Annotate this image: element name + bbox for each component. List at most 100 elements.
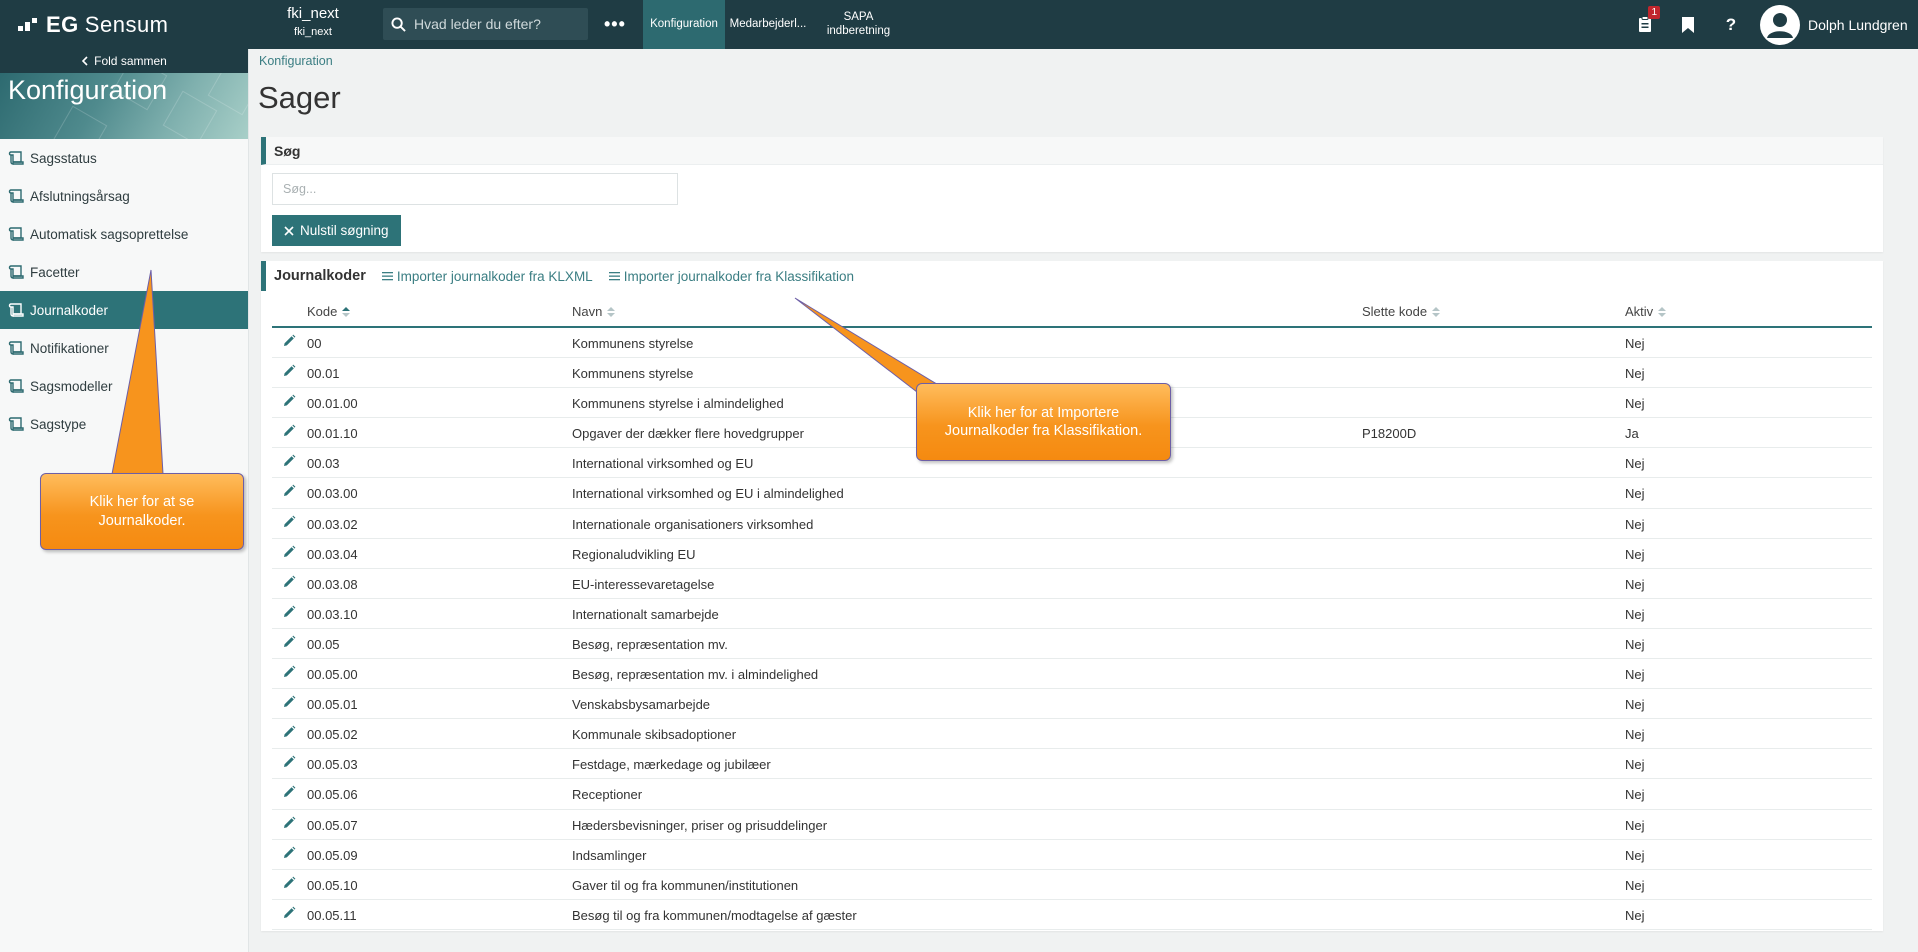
global-search[interactable]: [383, 8, 588, 40]
cell-aktiv: Nej: [1625, 576, 1645, 592]
edit-pencil-icon[interactable]: [282, 635, 298, 651]
edit-pencil-icon[interactable]: [282, 695, 298, 711]
sidebar-item-journalkoder[interactable]: Journalkoder: [0, 291, 248, 329]
top-bar: EGSensum fki_next fki_next ••• Konfigura…: [0, 0, 1918, 49]
cell-aktiv: Nej: [1625, 787, 1645, 803]
journal-header: Journalkoder Importer journalkoder fra K…: [261, 261, 1883, 291]
more-menu-button[interactable]: •••: [604, 14, 626, 35]
cell-kode: 00.05.03: [307, 757, 358, 773]
edit-pencil-icon[interactable]: [282, 424, 298, 440]
brand-name: Sensum: [84, 11, 169, 37]
edit-pencil-icon[interactable]: [282, 725, 298, 741]
edit-pencil-icon[interactable]: [282, 484, 298, 500]
sidebar-item-automatisk-sagsoprettelse[interactable]: Automatisk sagsoprettelse: [0, 215, 248, 253]
import-klassifikation-label: Importer journalkoder fra Klassifikation: [623, 268, 855, 284]
edit-pencil-icon[interactable]: [282, 545, 298, 561]
bookmark-icon: [1682, 16, 1694, 33]
table-row: 00.05.03 Festdage, mærkedage og jubilæer N…: [272, 749, 1872, 780]
table-row: 00.05.06 Receptioner Nej: [272, 779, 1872, 810]
table-row: 00.05 Besøg, repræsentation mv. Nej: [272, 629, 1872, 660]
tab-konfiguration[interactable]: Konfiguration: [643, 0, 725, 49]
cell-navn: Indsamlinger: [572, 847, 647, 863]
edit-pencil-icon[interactable]: [282, 334, 298, 350]
cell-navn: EU-interessevaretagelse: [572, 576, 715, 592]
bookmarks-button[interactable]: [1668, 0, 1708, 49]
tab-medarbejder[interactable]: Medarbejderl...: [725, 0, 811, 49]
cell-kode: 00.03.00: [307, 486, 358, 502]
edit-pencil-icon[interactable]: [282, 876, 298, 892]
chevron-left-icon: [82, 56, 88, 66]
table-row: 00.03.08 EU-interessevaretagelse Nej: [272, 569, 1872, 599]
import-klxml-label: Importer journalkoder fra KLXML: [396, 268, 593, 284]
cell-navn: Kommunens styrelse i almindelighed: [572, 396, 784, 412]
cell-kode: 00.03.10: [307, 606, 358, 622]
sidebar-item-facetter[interactable]: Facetter: [0, 253, 248, 291]
avatar: [1760, 4, 1800, 45]
search-input[interactable]: [272, 173, 678, 205]
sidebar-item-sagsstatus[interactable]: Sagsstatus: [0, 139, 248, 177]
edit-pencil-icon[interactable]: [282, 575, 298, 591]
close-icon: [284, 225, 294, 236]
cell-kode: 00.03.02: [307, 516, 358, 532]
cell-aktiv: Nej: [1625, 817, 1645, 833]
tenant-selector[interactable]: fki_next fki_next: [268, 5, 358, 38]
cell-navn: Besøg, repræsentation mv.: [572, 636, 728, 652]
edit-pencil-icon[interactable]: [282, 665, 298, 681]
cell-aktiv: Nej: [1625, 667, 1645, 683]
cell-navn: Festdage, mærkedage og jubilæer: [572, 757, 771, 773]
sidebar-title: Konfiguration: [8, 75, 168, 105]
sidebar-item-sagsmodeller[interactable]: Sagsmodeller: [0, 367, 248, 405]
edit-pencil-icon[interactable]: [282, 454, 298, 470]
table-row: 00.03.00 International virksomhed og EU i…: [272, 478, 1872, 509]
edit-pencil-icon[interactable]: [282, 906, 298, 922]
cell-aktiv: Nej: [1625, 757, 1645, 773]
cell-kode: 00.05.07: [307, 817, 358, 833]
sort-icon: [1658, 306, 1667, 317]
import-klxml-link[interactable]: Importer journalkoder fra KLXML: [381, 268, 593, 284]
help-button[interactable]: ?: [1711, 0, 1751, 49]
column-aktiv[interactable]: Aktiv: [1625, 304, 1667, 319]
table-row: 00.05.09 Indsamlinger Nej: [272, 840, 1872, 870]
edit-pencil-icon[interactable]: [282, 785, 298, 801]
table-row: 00.03.04 Regionaludvikling EU Nej: [272, 539, 1872, 569]
edit-pencil-icon[interactable]: [282, 394, 298, 410]
column-navn[interactable]: Navn: [572, 304, 616, 319]
list-icon: [608, 272, 620, 281]
column-slette-kode[interactable]: Slette kode: [1362, 304, 1441, 319]
brand-logo[interactable]: EG Sensum: [18, 0, 169, 49]
tab-sapa[interactable]: SAPA indberetning: [811, 0, 906, 49]
cell-kode: 00.01.00: [307, 396, 358, 412]
cell-kode: 00.05.06: [307, 787, 358, 803]
cell-aktiv: Nej: [1625, 366, 1645, 382]
cell-kode: 00.03.04: [307, 546, 358, 562]
cell-kode: 00.05.10: [307, 877, 358, 893]
fold-button[interactable]: Fold sammen: [0, 49, 248, 73]
table-row: 00.05.11 Besøg til og fra kommunen/modtag…: [272, 900, 1872, 930]
edit-pencil-icon[interactable]: [282, 755, 298, 771]
edit-pencil-icon[interactable]: [282, 364, 298, 380]
user-icon: [1767, 12, 1793, 38]
sidebar-item-label: Journalkoder: [30, 302, 109, 318]
sidebar-item-notifikationer[interactable]: Notifikationer: [0, 329, 248, 367]
list-icon: [381, 272, 393, 281]
edit-pencil-icon[interactable]: [282, 816, 298, 832]
cell-kode: 00.05.09: [307, 847, 358, 863]
edit-pencil-icon[interactable]: [282, 515, 298, 531]
import-klassifikation-link[interactable]: Importer journalkoder fra Klassifikation: [608, 268, 855, 284]
global-search-input[interactable]: [414, 16, 574, 32]
cell-aktiv: Nej: [1625, 727, 1645, 743]
cell-navn: Hædersbevisninger, priser og prisuddelin…: [572, 817, 828, 833]
breadcrumb[interactable]: Konfiguration: [259, 54, 333, 68]
column-slette-label: Slette kode: [1362, 304, 1428, 319]
scroll-icon: [8, 227, 24, 241]
edit-pencil-icon[interactable]: [282, 605, 298, 621]
user-menu[interactable]: Dolph Lundgren: [1760, 0, 1908, 49]
column-kode[interactable]: Kode: [307, 304, 351, 319]
scroll-icon: [8, 341, 24, 355]
scroll-icon: [8, 151, 24, 165]
reset-search-button[interactable]: Nulstil søgning: [272, 215, 401, 246]
sidebar-item-afslutningsårsag[interactable]: Afslutningsårsag: [0, 177, 248, 215]
edit-pencil-icon[interactable]: [282, 846, 298, 862]
notifications-button[interactable]: 1: [1625, 0, 1665, 49]
sidebar-item-sagstype[interactable]: Sagstype: [0, 405, 248, 443]
